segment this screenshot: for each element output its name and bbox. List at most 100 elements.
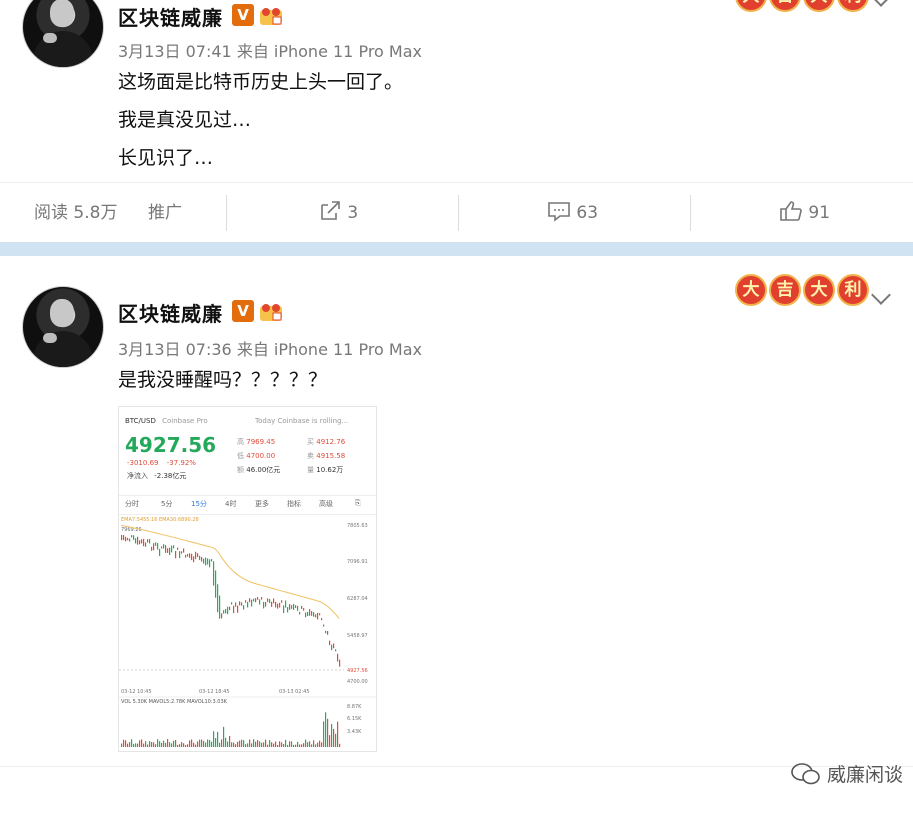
tab-more[interactable]: 更多 [255,499,269,509]
y-tick: 7805.63 [347,523,368,529]
volume-bar [227,741,229,747]
x-tick: 03-12 10:45 [121,689,152,695]
volume-bar [127,743,129,747]
volume-bar [129,742,131,747]
volume-bar [233,742,235,747]
post-meta: 3月13日 07:41 来自 iPhone 11 Pro Max [118,42,422,61]
avatar[interactable] [22,286,104,368]
volume-bar [241,739,243,747]
candle [329,640,331,646]
candle [161,546,163,549]
candle [163,544,165,549]
tab-4h[interactable]: 4时 [225,499,236,509]
volume-bar [297,741,299,747]
candle [219,595,221,619]
volume-bar [219,742,221,747]
volume-bar [167,739,169,747]
tab-indicators[interactable]: 指标 [287,499,301,509]
share-button[interactable]: 3 [318,183,358,243]
candle [173,545,175,549]
volume-bar [181,742,183,747]
username[interactable]: 区块链威廉 [118,298,223,327]
volume-bar [289,741,291,747]
volume-bar [293,744,295,747]
candle [183,548,185,553]
candle [187,553,189,557]
watermark: 威廉闲谈 [791,760,903,787]
candle [315,614,317,618]
tab-timeshare[interactable]: 分时 [125,499,139,509]
lucky-char: 利 [837,274,869,306]
candle [127,537,129,541]
vol-tick: 3.43K [347,729,362,735]
volume-bar [261,742,263,747]
lucky-char: 大 [735,274,767,306]
amount-value: 46.00亿元 [246,466,281,474]
action-bar: 阅读 5.8万 推广 3 63 91 [0,182,913,243]
tab-15m[interactable]: 15分 [191,499,207,509]
candle [195,551,197,560]
post-line: 长见识了… [118,147,214,169]
tab-advanced[interactable]: 高级 [319,499,333,509]
volume-bar [211,741,213,747]
verified-badge: V [232,4,254,26]
fullscreen-icon[interactable]: ⎘ [355,499,361,508]
volume-bar [183,743,185,747]
avatar[interactable] [22,0,104,68]
username[interactable]: 区块链威廉 [118,2,223,31]
candle [267,598,269,602]
volume-bar [285,739,287,747]
watermark-text: 威廉闲谈 [826,764,903,786]
promote-button[interactable]: 推广 [148,183,182,243]
candle [155,542,157,546]
volume-bar [247,743,249,747]
volume-bar [149,741,151,747]
exchange-label: Coinbase Pro [162,417,208,425]
candle [335,649,337,652]
chevron-down-icon[interactable] [871,0,891,7]
candle [277,603,279,609]
volume-bar [169,742,171,747]
candle [135,538,137,544]
chevron-down-icon[interactable] [871,285,891,305]
candle [167,548,169,553]
candle [199,555,201,561]
volume-bar [191,739,193,747]
volume-bar [255,741,257,747]
candle [221,613,223,619]
candle [151,546,153,551]
lucky-badge: 大 吉 大 利 [735,274,869,306]
volume-bar [165,742,167,747]
volume-bar [313,740,315,747]
pair-label: BTC/USD [125,417,156,425]
candle [141,539,143,544]
candle [201,557,203,562]
post-image-btc-chart[interactable]: BTC/USD Coinbase Pro Today Coinbase is r… [118,406,377,752]
x-tick: 03-13 02:45 [279,689,310,695]
comment-button[interactable]: 63 [547,183,598,243]
candle [125,536,127,542]
candle [305,612,307,618]
volume-bar [175,740,177,747]
volume-bar [291,741,293,747]
candle [211,559,213,562]
volume-bar [197,741,199,747]
lucky-char: 大 [803,274,835,306]
first-price-label: 7969.26 [121,527,142,533]
price-change: -3010.69 [127,459,159,467]
candle [149,539,151,544]
read-count: 阅读 5.8万 [34,203,118,223]
volume-bar [155,744,157,747]
candle [295,605,297,608]
x-tick: 03-12 18:45 [199,689,230,695]
tab-5m[interactable]: 5分 [161,499,172,509]
volume-bar [137,743,139,747]
volume-bar [319,740,321,747]
volume-bar [135,743,137,747]
like-button[interactable]: 91 [779,183,830,243]
volume-bar [229,735,231,747]
volume-bar [207,739,209,747]
candle [293,603,295,610]
volume-bar [225,737,227,747]
candle [137,536,139,545]
